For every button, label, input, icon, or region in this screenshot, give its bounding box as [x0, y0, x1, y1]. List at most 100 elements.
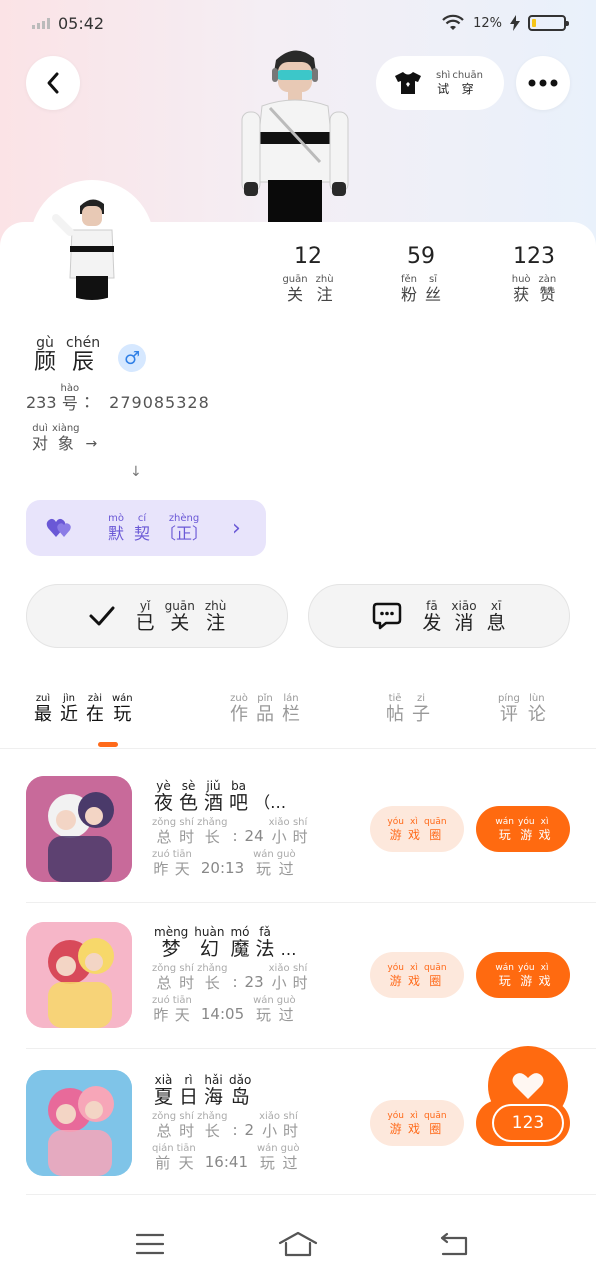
meta-char: shí 时 — [283, 1111, 299, 1140]
playtime-value: 23 — [244, 973, 264, 991]
meta-char: tiān 天 — [176, 1143, 196, 1172]
meta-char: wán 玩 — [253, 849, 274, 878]
tshirt-icon — [395, 72, 421, 94]
profile-tabs: zuì 最 jìn 近 zài 在 wán 玩 zuò 作 pǐn 品 lán 栏 tiē 帖 … — [0, 694, 596, 748]
avatar[interactable] — [30, 180, 154, 304]
tab-char: lùn 论 — [527, 693, 546, 725]
game-title-char: yè 夜 — [154, 779, 174, 814]
meta-char: guò 过 — [280, 1143, 300, 1172]
game-thumbnail[interactable] — [26, 922, 132, 1028]
like-bubble[interactable]: 123 — [488, 1046, 568, 1146]
last-played-time: 14:05 — [200, 1005, 245, 1023]
tacit-understanding-card[interactable]: mò 默 cí 契 zhèng 〔正〕 › — [26, 500, 266, 556]
stat-fans[interactable]: 59 fěn 粉 sī 丝 — [381, 244, 461, 303]
partner-char: xiàng 象 — [52, 423, 80, 453]
meta-char: wán 玩 — [253, 995, 274, 1024]
stat-value: 59 — [407, 244, 435, 269]
tab-posts[interactable]: tiē 帖 zi 子 — [386, 694, 430, 724]
home-button[interactable] — [278, 1224, 318, 1264]
meta-char: guò 过 — [276, 995, 296, 1024]
tab-recently-played[interactable]: zuì 最 jìn 近 zài 在 wán 玩 — [34, 694, 133, 724]
game-thumbnail[interactable] — [26, 1070, 132, 1176]
meta-char: zuó 昨 — [152, 849, 170, 878]
battery-icon — [528, 15, 569, 31]
user-id-row[interactable]: 233 hào 号 ： 279085328 — [26, 383, 210, 413]
stat-value: 12 — [294, 244, 322, 269]
mo-ci-char: cí 契 — [134, 513, 151, 543]
followed-button[interactable]: yǐ 已 guān 关 zhù 注 — [26, 584, 288, 648]
game-cover-art — [26, 776, 132, 882]
meta-char: xiǎo 小 — [268, 963, 290, 992]
tryon-char: shì 试 — [436, 70, 451, 96]
game-thumbnail[interactable] — [26, 776, 132, 882]
playtime-value: 2 — [244, 1121, 255, 1139]
gender-male-icon: ♂ — [118, 344, 147, 372]
game-title-char: mó 魔 — [230, 925, 250, 960]
meta-char: zǒng 总 — [152, 1111, 177, 1140]
button-char: yóu游 — [387, 1110, 404, 1136]
mo-ci-char: mò 默 — [108, 513, 125, 543]
id-colon: ： — [83, 392, 100, 411]
button-char: xì戏 — [407, 962, 420, 988]
message-char: xī 息 — [486, 598, 506, 634]
back-nav-button[interactable] — [434, 1224, 474, 1264]
back-button[interactable] — [26, 56, 80, 110]
more-dots-icon — [528, 79, 558, 87]
send-message-button[interactable]: fā 发 xiāo 消 xī 息 — [308, 584, 570, 648]
tab-works[interactable]: zuò 作 pǐn 品 lán 栏 — [230, 694, 300, 724]
meta-char: tiān 天 — [172, 995, 192, 1024]
name-char: gù 顾 — [34, 335, 57, 375]
last-played: zuó 昨 tiān 天 20:13 wán 玩 guò 过 — [152, 849, 296, 878]
tab-char: jìn 近 — [60, 693, 78, 725]
game-title-char: sè 色 — [179, 779, 199, 814]
name-char: chén 辰 — [66, 335, 101, 375]
play-game-button[interactable]: wán玩yóu游xì戏 — [476, 952, 570, 998]
id-prefix: 233 — [26, 393, 57, 412]
avatar-3d-figure — [241, 50, 349, 222]
meta-char: zhǎng 长 — [197, 963, 228, 992]
button-char: xì戏 — [407, 816, 420, 842]
meta-char: zǒng 总 — [152, 817, 177, 846]
mo-ci-char: zhèng 〔正〕 — [160, 513, 209, 543]
game-circle-button[interactable]: yóu 游 xì 戏 quān 圈 — [370, 1100, 464, 1146]
chevron-left-icon — [47, 72, 59, 94]
game-title: xià 夏 rì 日 hǎi 海 dǎo 岛 — [154, 1074, 257, 1107]
game-title-char: huàn 幻 — [194, 925, 225, 960]
menu-icon — [136, 1233, 164, 1255]
colon: : — [232, 973, 238, 991]
message-char: xiāo 消 — [451, 598, 477, 634]
tab-comments[interactable]: píng 评 lùn 论 — [498, 694, 546, 724]
menu-button[interactable] — [130, 1224, 170, 1264]
tab-char: wán 玩 — [112, 693, 133, 725]
more-button[interactable] — [516, 56, 570, 110]
tab-char: zài 在 — [86, 693, 104, 725]
partner-link[interactable]: duì 对 xiàng 象 → — [32, 423, 97, 453]
game-row[interactable]: yè 夜 sè 色 jiǔ 酒 ba 吧（… zǒng 总 shí 时 zhǎng 长:24 xiǎo 小 sh… — [0, 750, 596, 903]
game-title-char: mèng 梦 — [154, 925, 189, 960]
game-row[interactable]: mèng 梦 huàn 幻 mó 魔 fǎ 法… zǒng 总 shí 时 zhǎng 长:23 xiǎo 小… — [0, 896, 596, 1049]
battery-fill — [532, 19, 536, 27]
button-char: wán玩 — [495, 816, 515, 842]
play-game-button[interactable]: wán玩yóu游xì戏 — [476, 806, 570, 852]
meta-char: tiān 天 — [172, 849, 192, 878]
game-cover-art — [26, 1070, 132, 1176]
game-circle-button[interactable]: yóu 游 xì 戏 quān 圈 — [370, 952, 464, 998]
heart-icon — [512, 1073, 544, 1099]
tab-char: tiē 帖 — [386, 693, 404, 725]
colon: : — [232, 1121, 238, 1139]
id-label-char: hào 号 — [60, 383, 80, 413]
game-title-char: jiǔ 酒 — [204, 779, 224, 814]
stat-label-char: zhù 注 — [315, 274, 334, 304]
stat-likes[interactable]: 123 huò 获 zàn 赞 — [494, 244, 574, 303]
last-played-time: 20:13 — [200, 859, 245, 877]
stat-label-char: sī 丝 — [425, 274, 442, 304]
game-title-char: rì 日 — [179, 1073, 199, 1108]
meta-char: shí 时 — [179, 1111, 195, 1140]
stat-label-char: guān 关 — [282, 274, 308, 304]
stat-following[interactable]: 12 guān 关 zhù 注 — [268, 244, 348, 303]
system-nav-bar — [0, 1206, 596, 1280]
active-tab-indicator — [98, 742, 118, 747]
try-on-button[interactable]: shì 试 chuān 穿 — [376, 56, 504, 110]
game-circle-button[interactable]: yóu 游 xì 戏 quān 圈 — [370, 806, 464, 852]
divider — [26, 1194, 596, 1195]
